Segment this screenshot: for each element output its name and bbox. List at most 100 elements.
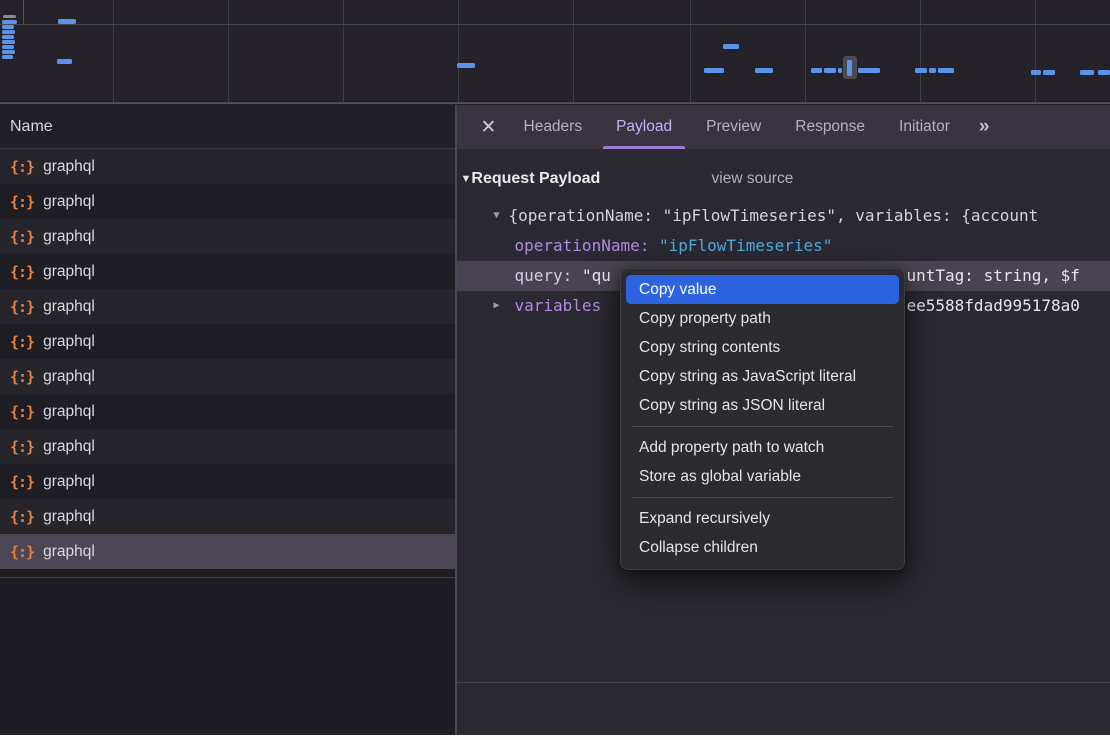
request-name: graphql	[43, 543, 95, 561]
overview-gridline	[0, 102, 1110, 103]
request-name: graphql	[43, 298, 95, 316]
request-name: graphql	[43, 193, 95, 211]
request-row[interactable]: {:}graphql	[0, 219, 455, 254]
json-value-left-fragment: "qu	[582, 266, 611, 285]
devtools-network-panel: Name {:}graphql{:}graphql{:}graphql{:}gr…	[0, 0, 1110, 740]
menu-item-add-property-path-to-watch[interactable]: Add property path to watch	[626, 433, 899, 462]
request-row[interactable]: {:}graphql	[0, 184, 455, 219]
detail-tabs: Headers Payload Preview Response Initiator	[507, 105, 967, 149]
request-name: graphql	[43, 438, 95, 456]
menu-item-copy-property-path[interactable]: Copy property path	[626, 304, 899, 333]
request-payload-section-header[interactable]: ▼ Request Payload view source	[457, 163, 1110, 195]
json-request-icon: {:}	[10, 403, 34, 421]
menu-item-label: Expand recursively	[639, 510, 770, 528]
request-name: graphql	[43, 403, 95, 421]
json-request-icon: {:}	[10, 368, 34, 386]
request-row[interactable]: {:}graphql	[0, 464, 455, 499]
network-activity-bar	[457, 63, 475, 68]
menu-item-label: Copy value	[639, 281, 717, 299]
request-row[interactable]: {:}graphql	[0, 429, 455, 464]
json-key: variables	[515, 296, 602, 315]
json-request-icon: {:}	[10, 298, 34, 316]
network-activity-bar	[3, 15, 16, 18]
column-header-name-label: Name	[10, 118, 53, 136]
menu-item-label: Copy string as JavaScript literal	[639, 368, 856, 386]
tab-initiator[interactable]: Initiator	[882, 105, 967, 149]
json-key: operationName	[515, 236, 640, 255]
menu-item-label: Copy string contents	[639, 339, 780, 357]
network-activity-bar	[2, 20, 17, 24]
network-activity-bar	[824, 68, 836, 73]
network-activity-bar	[1031, 70, 1041, 75]
detail-tab-bar: ✕ Headers Payload Preview Response Initiator…	[457, 105, 1110, 149]
expand-caret-icon[interactable]: ▶	[494, 291, 500, 321]
network-activity-bar	[2, 30, 15, 34]
request-row[interactable]: {:}graphql	[0, 254, 455, 289]
overview-gridline	[805, 0, 806, 102]
json-request-icon: {:}	[10, 473, 34, 491]
tab-payload[interactable]: Payload	[599, 105, 689, 149]
menu-separator	[632, 497, 893, 498]
key-separator: :	[563, 266, 582, 285]
overview-gridline	[1035, 0, 1036, 102]
context-menu: Copy value Copy property path Copy string …	[620, 268, 905, 570]
request-row-selected[interactable]: {:} graphql	[0, 534, 455, 569]
key-separator: :	[640, 236, 659, 255]
overview-axis-tick	[23, 0, 24, 24]
network-activity-bar	[2, 55, 13, 59]
tree-row-root[interactable]: ▼ {operationName: "ipFlowTimeseries", va…	[457, 201, 1110, 231]
request-name: graphql	[43, 263, 95, 281]
close-icon[interactable]: ✕	[471, 105, 507, 149]
collapse-caret-icon[interactable]: ▼	[494, 201, 500, 231]
menu-item-copy-string-as-javascript-literal[interactable]: Copy string as JavaScript literal	[626, 362, 899, 391]
close-icon-glyph: ✕	[481, 116, 497, 139]
network-activity-bar	[1080, 70, 1094, 75]
request-row[interactable]: {:}graphql	[0, 359, 455, 394]
json-request-icon: {:}	[10, 158, 34, 176]
menu-item-collapse-children[interactable]: Collapse children	[626, 533, 899, 562]
menu-item-copy-string-as-json-literal[interactable]: Copy string as JSON literal	[626, 391, 899, 420]
network-activity-bar	[938, 68, 954, 73]
json-request-icon: {:}	[10, 228, 34, 246]
menu-item-label: Collapse children	[639, 539, 758, 557]
tab-response[interactable]: Response	[778, 105, 882, 149]
network-activity-bar	[915, 68, 927, 73]
requests-table: Name {:}graphql{:}graphql{:}graphql{:}gr…	[0, 105, 455, 735]
menu-item-expand-recursively[interactable]: Expand recursively	[626, 504, 899, 533]
json-request-icon: {:}	[10, 543, 34, 561]
overview-gridline	[690, 0, 691, 102]
tree-row-operation-name[interactable]: operationName: "ipFlowTimeseries"	[457, 231, 1110, 261]
menu-item-copy-value[interactable]: Copy value	[626, 275, 899, 304]
view-source-link[interactable]: view source	[712, 170, 794, 188]
network-activity-bar	[755, 68, 773, 73]
network-activity-bar	[57, 59, 72, 64]
json-string-value: "ipFlowTimeseries"	[659, 236, 832, 255]
tab-label: Preview	[706, 118, 761, 136]
request-row[interactable]: {:}graphql	[0, 499, 455, 534]
request-row[interactable]: {:}graphql	[0, 324, 455, 359]
tab-label: Headers	[524, 118, 583, 136]
json-request-icon: {:}	[10, 508, 34, 526]
menu-item-label: Add property path to watch	[639, 439, 824, 457]
request-row[interactable]: {:} graphql	[0, 394, 455, 429]
more-tabs-icon[interactable]: »	[967, 105, 1000, 149]
menu-item-store-as-global-variable[interactable]: Store as global variable	[626, 462, 899, 491]
tab-headers[interactable]: Headers	[507, 105, 600, 149]
table-footer-divider	[0, 577, 455, 578]
section-title: Request Payload	[471, 170, 600, 188]
root-object-preview: {operationName: "ipFlowTimeseries", vari…	[457, 201, 1039, 231]
column-header-name[interactable]: Name	[0, 105, 455, 149]
json-preview-right-fragment: ee5588fdad995178a0	[907, 291, 1080, 321]
network-activity-bar	[847, 60, 852, 76]
tab-label: Initiator	[899, 118, 950, 136]
json-request-icon: {:}	[10, 333, 34, 351]
overview-gridline	[920, 0, 921, 102]
request-rows-list: {:} graphql {:} graphql {:} graphql {:} graphql…	[0, 149, 455, 569]
json-key: query	[515, 266, 563, 285]
menu-item-copy-string-contents[interactable]: Copy string contents	[626, 333, 899, 362]
request-row[interactable]: {:}graphql	[0, 149, 455, 184]
section-expander-icon[interactable]: ▼	[461, 173, 472, 185]
request-row[interactable]: {:} graphql	[0, 289, 455, 324]
tab-preview[interactable]: Preview	[689, 105, 778, 149]
network-overview-waterfall[interactable]	[0, 0, 1110, 104]
